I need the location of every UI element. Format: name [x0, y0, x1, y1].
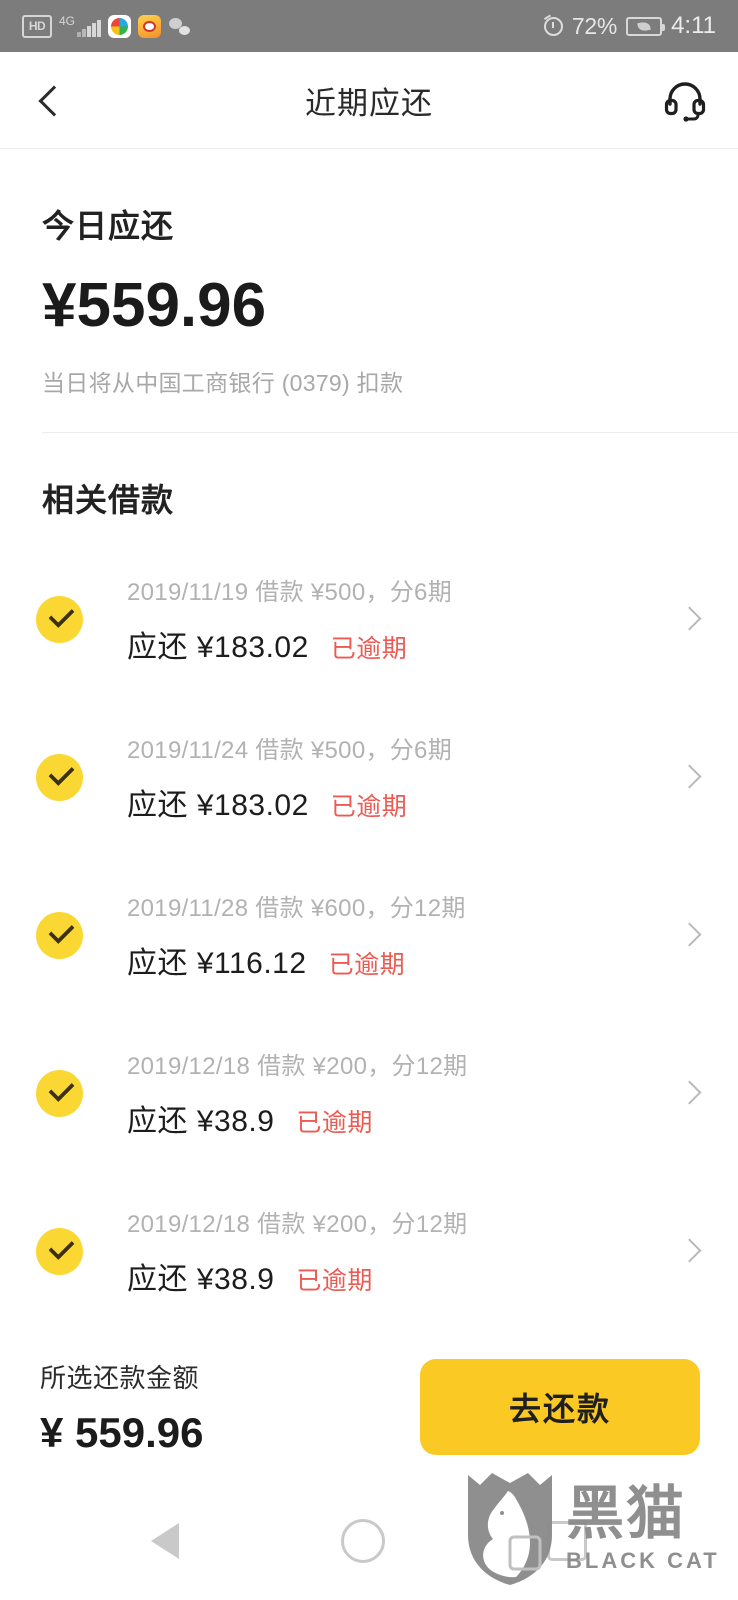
chevron-right-icon[interactable]	[678, 606, 704, 632]
loan-due-amount: 应还 ¥38.9	[127, 1263, 275, 1297]
status-bar-clock: 4:11	[671, 12, 716, 39]
chevron-right-icon[interactable]	[678, 764, 704, 790]
page-title: 近期应还	[305, 85, 433, 121]
status-badge: 已逾期	[328, 951, 406, 980]
loan-amount-line: 应还 ¥183.02 已逾期	[127, 780, 660, 824]
loan-meta: 2019/12/18 借款 ¥200，分12期	[127, 1211, 468, 1239]
loan-meta: 2019/12/18 借款 ¥200，分12期	[127, 1053, 468, 1081]
pay-button[interactable]: 去还款	[420, 1359, 700, 1455]
loan-meta: 2019/11/19 借款 ¥500，分6期	[127, 579, 453, 607]
status-badge: 已逾期	[296, 1109, 373, 1138]
nav-home-icon[interactable]	[341, 1519, 385, 1563]
app-header: 近期应还	[0, 52, 738, 149]
status-bar-left: HD 4G	[22, 14, 191, 38]
sogou-app-icon	[107, 14, 131, 38]
status-bar: HD 4G 72% 4:11	[0, 0, 738, 52]
selected-amount-block: 所选还款金额 ¥ 559.96	[40, 1358, 204, 1457]
chevron-right-icon[interactable]	[678, 1238, 704, 1264]
status-badge: 已逾期	[330, 793, 408, 822]
selected-amount-value: ¥ 559.96	[40, 1408, 204, 1456]
loan-meta: 2019/11/24 借款 ¥500，分6期	[127, 737, 453, 765]
loan-amount-line: 应还 ¥38.9 已逾期	[127, 1254, 660, 1298]
network-status: 4G	[59, 15, 101, 37]
list-item[interactable]: 2019/11/28 借款 ¥600，分12期 应还 ¥116.12 已逾期	[0, 871, 738, 999]
loan-amount-line: 应还 ¥38.9 已逾期	[127, 1096, 660, 1140]
loan-due-amount: 应还 ¥183.02	[127, 789, 309, 823]
check-circle-icon[interactable]	[36, 753, 83, 801]
weibo-app-icon	[137, 14, 161, 38]
chevron-right-icon[interactable]	[678, 922, 704, 948]
today-due-label: 今日应还	[42, 208, 175, 244]
check-circle-icon[interactable]	[36, 911, 83, 959]
loan-list: 2019/11/19 借款 ¥500，分6期 应还 ¥183.02 已逾期 20…	[0, 521, 738, 1315]
loan-due-amount: 应还 ¥183.02	[127, 631, 309, 665]
check-circle-icon[interactable]	[36, 595, 83, 643]
loan-details: 2019/11/28 借款 ¥600，分12期 应还 ¥116.12 已逾期	[127, 888, 660, 982]
today-due-amount: ¥559.96	[42, 271, 267, 340]
today-due-note: 当日将从中国工商银行 (0379) 扣款	[42, 370, 404, 397]
back-chevron-icon[interactable]	[30, 80, 70, 120]
nav-back-icon[interactable]	[129, 1523, 179, 1559]
loan-details: 2019/11/19 借款 ¥500，分6期 应还 ¥183.02 已逾期	[127, 572, 660, 666]
check-circle-icon[interactable]	[36, 1227, 83, 1275]
status-bar-right: 72% 4:11	[543, 12, 716, 40]
android-nav-bar	[0, 1482, 738, 1600]
wechat-app-icon	[168, 15, 191, 38]
list-item[interactable]: 2019/11/19 借款 ¥500，分6期 应还 ¥183.02 已逾期	[0, 555, 738, 683]
status-badge: 已逾期	[296, 1267, 373, 1296]
loan-amount-line: 应还 ¥183.02 已逾期	[127, 622, 660, 666]
loan-due-amount: 应还 ¥116.12	[127, 947, 307, 981]
nav-recents-icon[interactable]	[547, 1521, 587, 1561]
battery-saver-icon	[626, 16, 666, 36]
signal-bars-icon	[77, 19, 101, 37]
selected-amount-label: 所选还款金额	[40, 1362, 200, 1393]
loan-details: 2019/12/18 借款 ¥200，分12期 应还 ¥38.9 已逾期	[127, 1046, 660, 1140]
today-due-block: 今日应还 ¥559.96 当日将从中国工商银行 (0379) 扣款	[0, 149, 738, 398]
chevron-right-icon[interactable]	[678, 1080, 704, 1106]
status-badge: 已逾期	[330, 635, 408, 664]
related-loans-title: 相关借款	[42, 482, 175, 519]
loan-meta: 2019/11/28 借款 ¥600，分12期	[127, 895, 466, 923]
list-item[interactable]: 2019/12/18 借款 ¥200，分12期 应还 ¥38.9 已逾期	[0, 1187, 738, 1315]
list-item[interactable]: 2019/11/24 借款 ¥500，分6期 应还 ¥183.02 已逾期	[0, 713, 738, 841]
loan-details: 2019/12/18 借款 ¥200，分12期 应还 ¥38.9 已逾期	[127, 1204, 660, 1298]
battery-percent: 72%	[571, 12, 618, 39]
check-circle-icon[interactable]	[36, 1069, 83, 1117]
bottom-action-bar: 所选还款金额 ¥ 559.96 去还款	[0, 1332, 738, 1482]
alarm-clock-icon	[543, 16, 563, 36]
loan-amount-line: 应还 ¥116.12 已逾期	[127, 938, 660, 982]
loan-details: 2019/11/24 借款 ¥500，分6期 应还 ¥183.02 已逾期	[127, 730, 660, 824]
network-label: 4G	[59, 14, 76, 28]
headset-icon[interactable]	[662, 78, 708, 122]
hd-icon: HD	[22, 14, 52, 38]
list-item[interactable]: 2019/12/18 借款 ¥200，分12期 应还 ¥38.9 已逾期	[0, 1029, 738, 1157]
loan-due-amount: 应还 ¥38.9	[127, 1105, 275, 1139]
